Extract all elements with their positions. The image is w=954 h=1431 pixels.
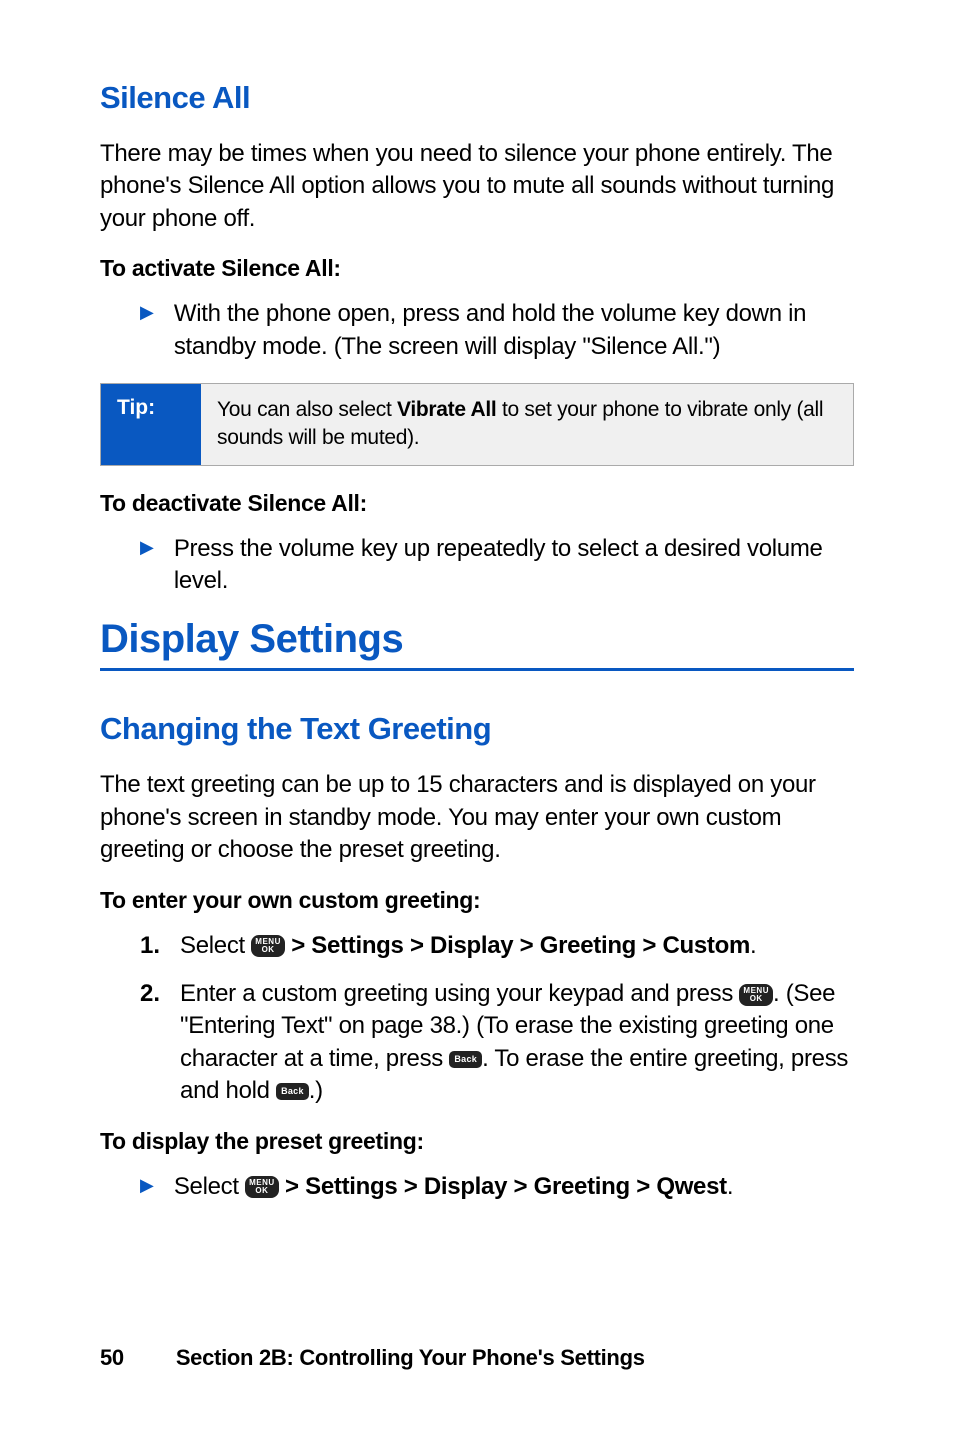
page-footer: 50 Section 2B: Controlling Your Phone's … (100, 1345, 645, 1371)
list-item: 2. Enter a custom greeting using your ke… (140, 978, 854, 1108)
intro-text-greeting: The text greeting can be up to 15 charac… (100, 769, 854, 866)
step-number: 2. (140, 978, 160, 1010)
label-deactivate: To deactivate Silence All: (100, 490, 854, 517)
list-item: ▶ Select MENUOK > Settings > Display > G… (140, 1171, 854, 1203)
preset-instruction: Select MENUOK > Settings > Display > Gre… (174, 1171, 733, 1203)
preset-pre: Select (174, 1173, 245, 1200)
tip-text-bold: Vibrate All (397, 398, 496, 421)
list-item: ▶ Press the volume key up repeatedly to … (140, 533, 854, 598)
heading-silence-all: Silence All (100, 80, 854, 116)
tip-callout: Tip: You can also select Vibrate All to … (100, 383, 854, 466)
triangle-bullet-icon: ▶ (140, 298, 154, 327)
back-key-icon: Back (276, 1083, 309, 1100)
back-key-icon: Back (449, 1051, 482, 1068)
label-activate: To activate Silence All: (100, 255, 854, 282)
page-number: 50 (100, 1345, 170, 1371)
step2-pre: Enter a custom greeting using your keypa… (180, 980, 739, 1007)
step1-post: . (750, 932, 756, 959)
tip-label: Tip: (101, 384, 201, 465)
intro-silence-all: There may be times when you need to sile… (100, 138, 854, 235)
menu-ok-key-icon: MENUOK (739, 984, 773, 1006)
activate-instruction: With the phone open, press and hold the … (174, 298, 854, 363)
preset-path: > Settings > Display > Greeting > Qwest (279, 1173, 727, 1200)
step1-path: > Settings > Display > Greeting > Custom (285, 932, 750, 959)
heading-display-settings: Display Settings (100, 617, 854, 671)
list-item: ▶ With the phone open, press and hold th… (140, 298, 854, 363)
deactivate-instruction: Press the volume key up repeatedly to se… (174, 533, 854, 598)
triangle-bullet-icon: ▶ (140, 1171, 154, 1200)
triangle-bullet-icon: ▶ (140, 533, 154, 562)
list-item: 1. Select MENUOK > Settings > Display > … (140, 930, 854, 962)
menu-ok-key-icon: MENUOK (251, 935, 285, 957)
preset-post: . (727, 1173, 733, 1200)
step-number: 1. (140, 930, 160, 962)
tip-text-pre: You can also select (217, 398, 397, 421)
menu-ok-key-icon: MENUOK (245, 1176, 279, 1198)
step2-post: .) (309, 1077, 323, 1104)
heading-text-greeting: Changing the Text Greeting (100, 711, 854, 747)
label-preset-greeting: To display the preset greeting: (100, 1128, 854, 1155)
step1-text: Select MENUOK > Settings > Display > Gre… (180, 930, 756, 962)
tip-content: You can also select Vibrate All to set y… (201, 384, 853, 465)
step1-pre: Select (180, 932, 251, 959)
footer-section-title: Section 2B: Controlling Your Phone's Set… (176, 1345, 645, 1370)
label-custom-greeting: To enter your own custom greeting: (100, 887, 854, 914)
step2-text: Enter a custom greeting using your keypa… (180, 978, 854, 1108)
